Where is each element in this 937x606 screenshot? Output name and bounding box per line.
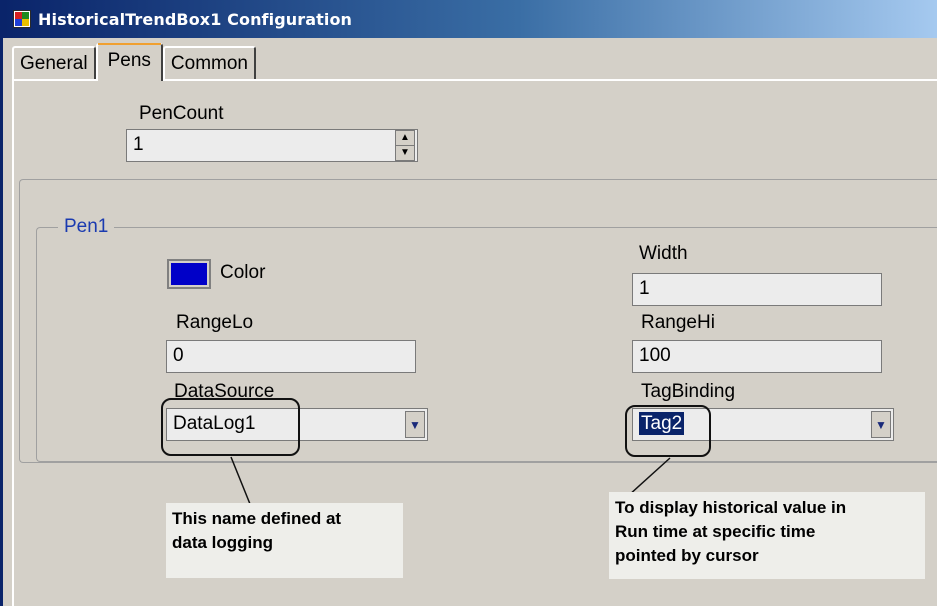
data-source-note: This name defined at data logging — [166, 503, 403, 578]
app-icon — [13, 10, 31, 28]
spin-up-icon[interactable]: ▲ — [396, 131, 414, 145]
color-label: Color — [220, 262, 266, 283]
tab-pens[interactable]: Pens — [95, 43, 163, 81]
tag-binding-note-line: pointed by cursor — [615, 546, 759, 565]
width-label: Width — [639, 243, 688, 264]
tag-binding-note: To display historical value in Run time … — [609, 492, 925, 579]
window-title: HistoricalTrendBox1 Configuration — [38, 9, 353, 29]
tag-binding-callout-ring — [625, 405, 711, 457]
tab-strip: General Pens Common — [12, 43, 256, 81]
range-hi-label: RangeHi — [641, 312, 715, 333]
pen-color-swatch[interactable] — [167, 259, 211, 289]
pen1-group-label: Pen1 — [58, 216, 115, 238]
tag-binding-note-line: To display historical value in — [615, 498, 847, 517]
tab-general[interactable]: General — [12, 46, 96, 79]
configuration-dialog: HistoricalTrendBox1 Configuration Genera… — [0, 0, 937, 606]
chevron-down-icon[interactable]: ▼ — [871, 411, 891, 438]
width-input[interactable]: 1 — [632, 273, 882, 306]
tab-common[interactable]: Common — [162, 46, 256, 79]
chevron-down-icon[interactable]: ▼ — [405, 411, 425, 438]
pen-count-label: PenCount — [139, 103, 224, 124]
spin-down-icon[interactable]: ▼ — [396, 145, 414, 160]
data-source-note-line: This name defined at — [172, 509, 342, 528]
pen-color-fill — [171, 263, 207, 285]
title-bar[interactable]: HistoricalTrendBox1 Configuration — [3, 0, 937, 38]
tag-binding-note-line: Run time at specific time — [615, 522, 816, 541]
pen-count-input[interactable]: 1 — [126, 129, 418, 162]
data-source-note-line: data logging — [172, 533, 274, 552]
tag-binding-label: TagBinding — [641, 381, 736, 402]
range-hi-input[interactable]: 100 — [632, 340, 882, 373]
range-lo-label: RangeLo — [176, 312, 254, 333]
data-source-callout-ring — [161, 398, 300, 456]
range-lo-input[interactable]: 0 — [166, 340, 416, 373]
pen-count-spinner[interactable]: ▲ ▼ — [395, 130, 415, 161]
